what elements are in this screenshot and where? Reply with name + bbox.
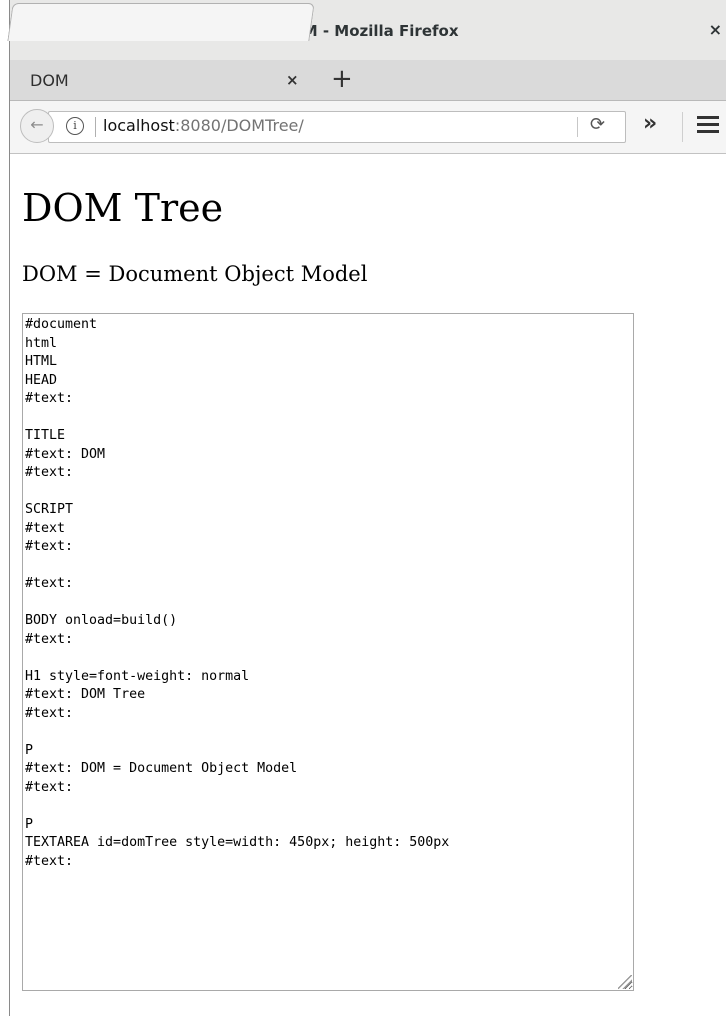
tab-close-icon[interactable]: × <box>286 71 299 89</box>
page-paragraph: DOM = Document Object Model <box>22 262 368 286</box>
tab-dom[interactable] <box>7 3 315 41</box>
dom-tree-textarea[interactable]: #document html HTML HEAD #text: TITLE #t… <box>22 313 634 991</box>
url-divider-right <box>577 117 578 137</box>
hamburger-menu-icon[interactable] <box>697 116 719 137</box>
reload-icon[interactable]: ⟳ <box>590 114 605 135</box>
new-tab-icon[interactable]: + <box>331 64 353 94</box>
back-arrow-icon[interactable]: ← <box>20 109 54 143</box>
menu-bar-line <box>697 116 719 119</box>
url-divider <box>95 117 96 137</box>
menu-bar-line <box>697 130 719 133</box>
tab-strip <box>10 60 726 101</box>
tab-label[interactable]: DOM <box>30 71 69 90</box>
url-path: :8080/DOMTree/ <box>174 116 304 135</box>
page-heading: DOM Tree <box>22 186 224 230</box>
window-close-icon[interactable]: × <box>709 20 722 39</box>
url-text[interactable]: localhost:8080/DOMTree/ <box>103 116 304 135</box>
toolbar-overflow-icon[interactable]: » <box>643 111 657 136</box>
info-icon[interactable]: i <box>66 117 84 135</box>
toolbar-divider <box>682 112 683 142</box>
menu-bar-line <box>697 123 719 126</box>
url-host: localhost <box>103 116 175 135</box>
resize-grip-icon[interactable] <box>618 975 632 989</box>
